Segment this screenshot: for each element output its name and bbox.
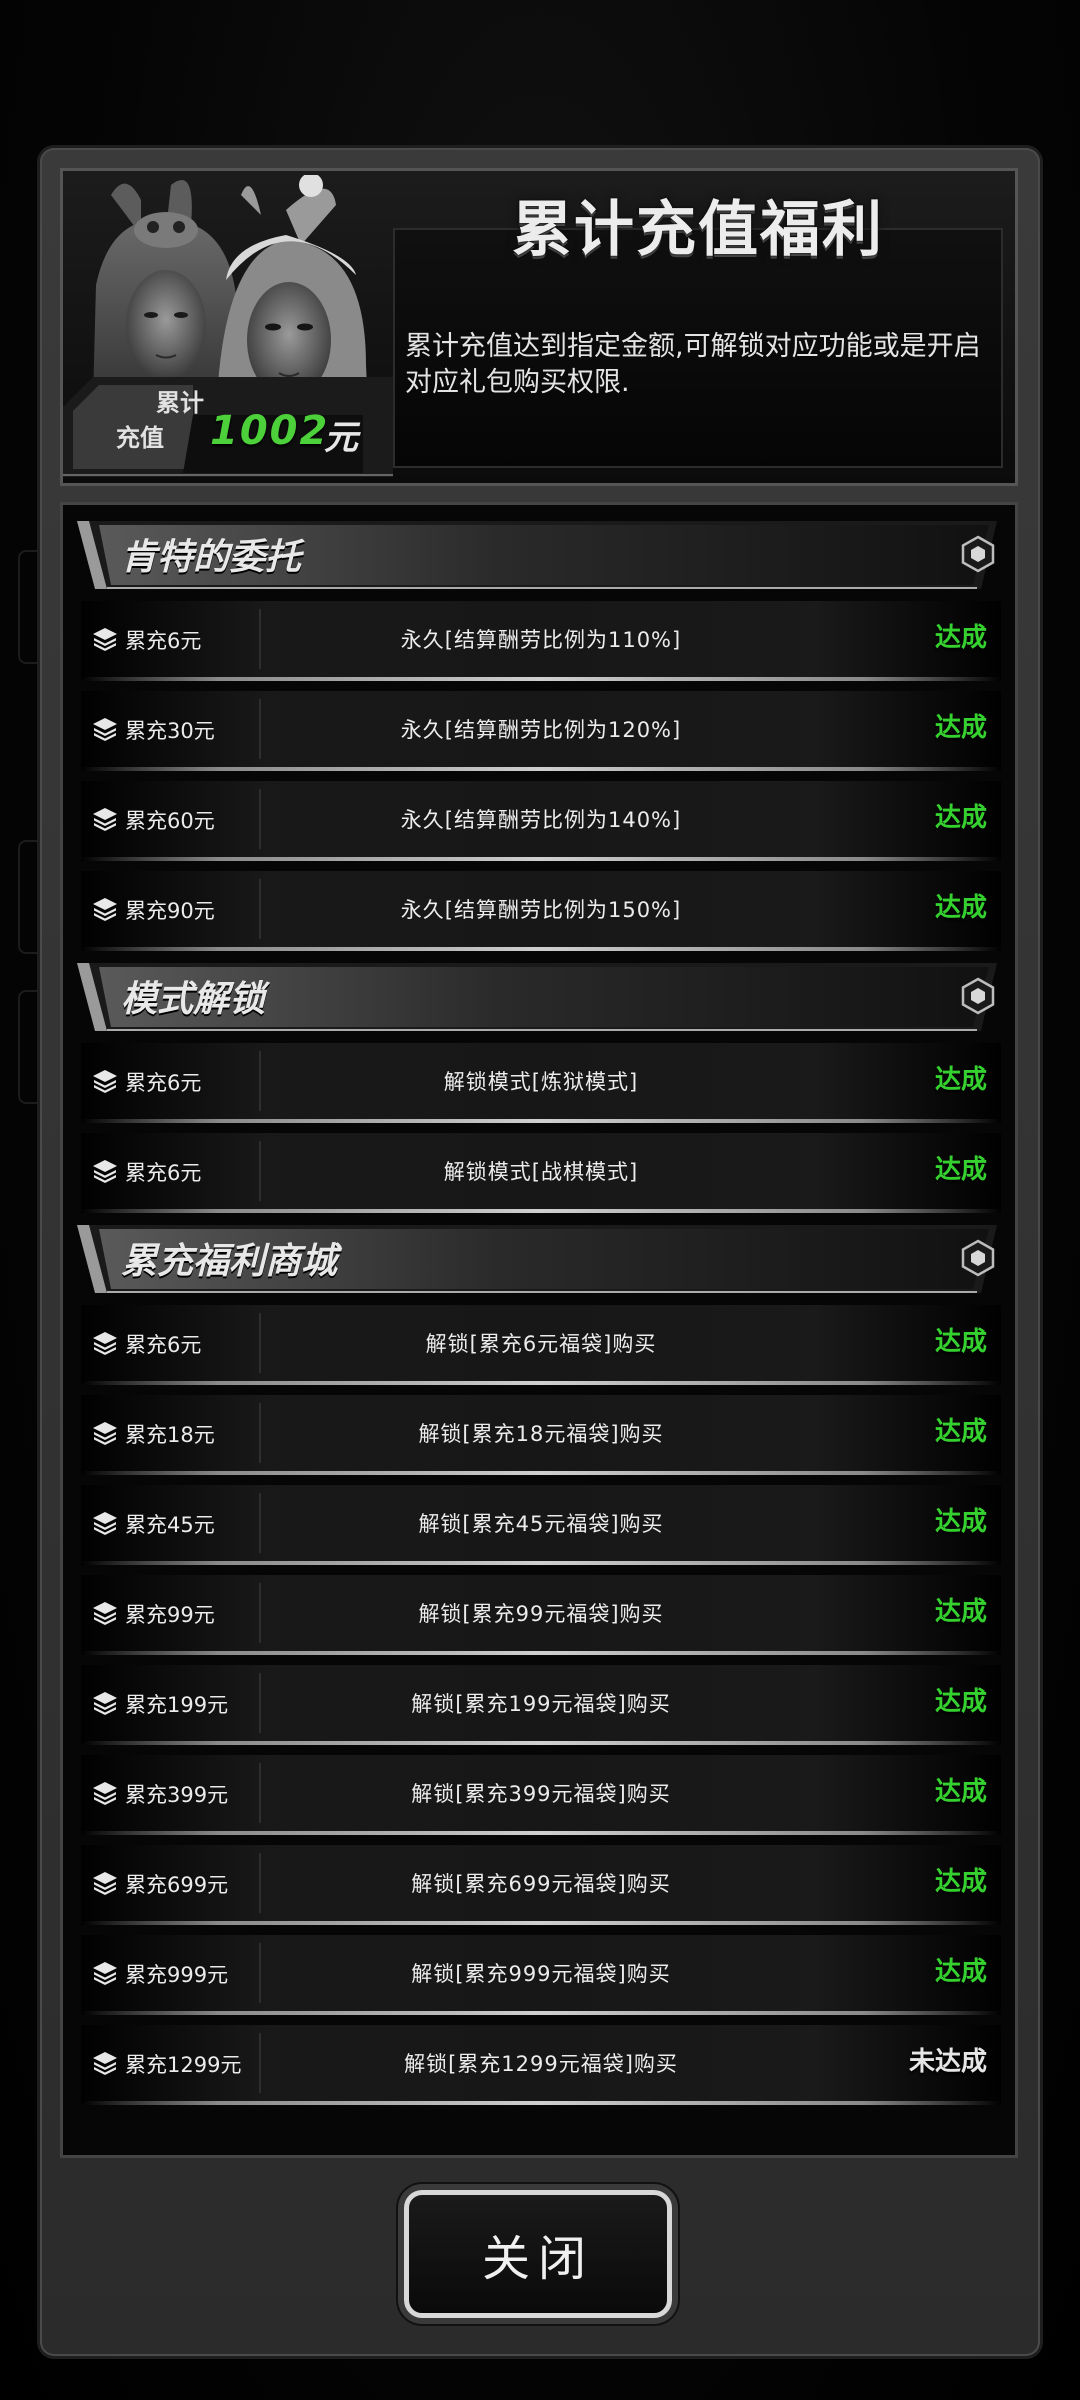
- row-reward: 解锁[累充18元福袋]购买: [418, 1422, 664, 1446]
- reward-row: 累充699元 解锁[累充699元福袋]购买 达成: [81, 1845, 1001, 1925]
- section-title: 累充福利商城: [121, 1241, 338, 1282]
- header-description: 累计充值达到指定金额,可解锁对应功能或是开启对应礼包购买权限.: [405, 331, 981, 398]
- row-status: 达成: [934, 1777, 987, 1807]
- row-amount: 累充30元: [125, 719, 215, 743]
- section-title: 肯特的委托: [121, 537, 302, 578]
- row-status: 达成: [934, 893, 987, 923]
- layers-icon: [91, 1419, 119, 1447]
- row-status: 达成: [934, 623, 987, 653]
- layers-icon: [91, 805, 119, 833]
- layers-icon: [91, 1509, 119, 1537]
- reward-row: 累充399元 解锁[累充399元福袋]购买 达成: [81, 1755, 1001, 1835]
- reward-row: 累充6元 解锁[累充6元福袋]购买 达成: [81, 1305, 1001, 1385]
- row-amount: 累充6元: [125, 1161, 202, 1185]
- layers-icon: [91, 1157, 119, 1185]
- layers-icon: [91, 895, 119, 923]
- row-amount: 累充99元: [125, 1603, 215, 1627]
- section-title: 模式解锁: [121, 979, 266, 1020]
- row-status: 达成: [934, 1327, 987, 1357]
- row-amount: 累充6元: [125, 1333, 202, 1357]
- row-amount: 累充999元: [125, 1963, 229, 1987]
- layers-icon: [91, 625, 119, 653]
- layers-icon: [91, 1599, 119, 1627]
- reward-row: 累充18元 解锁[累充18元福袋]购买 达成: [81, 1395, 1001, 1475]
- reward-row: 累充1299元 解锁[累充1299元福袋]购买 未达成: [81, 2025, 1001, 2105]
- section-header: 肯特的委托: [77, 519, 1005, 591]
- row-reward: 永久[结算酬劳比例为120%]: [400, 718, 682, 742]
- layers-icon: [91, 2049, 119, 2077]
- reward-row: 累充199元 解锁[累充199元福袋]购买 达成: [81, 1665, 1001, 1745]
- header: 累计充值福利 累计充值达到指定金额,可解锁对应功能或是开启对应礼包购买权限.: [60, 168, 1018, 486]
- row-status: 达成: [934, 803, 987, 833]
- reward-row: 累充6元 解锁模式[战棋模式] 达成: [81, 1133, 1001, 1213]
- row-reward: 永久[结算酬劳比例为150%]: [400, 898, 682, 922]
- row-status: 达成: [934, 1155, 987, 1185]
- row-amount: 累充699元: [125, 1873, 229, 1897]
- row-reward: 解锁模式[炼狱模式]: [443, 1070, 639, 1094]
- layers-icon: [91, 1779, 119, 1807]
- row-status: 达成: [934, 1417, 987, 1447]
- row-status: 达成: [934, 1597, 987, 1627]
- row-amount: 累充45元: [125, 1513, 215, 1537]
- total-label-line2: 充值: [116, 424, 164, 452]
- reward-row: 累充90元 永久[结算酬劳比例为150%] 达成: [81, 871, 1001, 951]
- row-reward: 解锁[累充6元福袋]购买: [425, 1332, 657, 1356]
- layers-icon: [91, 715, 119, 743]
- hexagon-badge-icon: [959, 1239, 997, 1277]
- close-button[interactable]: 关闭: [404, 2190, 672, 2318]
- row-status: 达成: [934, 1957, 987, 1987]
- row-amount: 累充90元: [125, 899, 215, 923]
- row-status: 未达成: [908, 2047, 987, 2077]
- section-header: 累充福利商城: [77, 1223, 1005, 1295]
- row-status: 达成: [934, 713, 987, 743]
- row-amount: 累充399元: [125, 1783, 229, 1807]
- page-title: 累计充值福利: [512, 195, 884, 265]
- row-reward: 解锁[累充999元福袋]购买: [411, 1962, 671, 1986]
- hexagon-badge-icon: [959, 535, 997, 573]
- rewards-list[interactable]: 肯特的委托 累充6元 永久[结算酬劳比例为110%] 达成 累充30元 永久[结算酬劳比例…: [60, 502, 1018, 2158]
- row-amount: 累充6元: [125, 1071, 202, 1095]
- row-reward: 解锁[累充399元福袋]购买: [411, 1782, 671, 1806]
- row-amount: 累充1299元: [125, 2053, 242, 2077]
- layers-icon: [91, 1067, 119, 1095]
- total-recharge-unit: 元: [324, 418, 358, 458]
- layers-icon: [91, 1959, 119, 1987]
- row-status: 达成: [934, 1507, 987, 1537]
- layers-icon: [91, 1329, 119, 1357]
- row-reward: 解锁[累充1299元福袋]购买: [404, 2052, 678, 2076]
- reward-row: 累充99元 解锁[累充99元福袋]购买 达成: [81, 1575, 1001, 1655]
- section-header: 模式解锁: [77, 961, 1005, 1033]
- row-reward: 永久[结算酬劳比例为140%]: [400, 808, 682, 832]
- total-recharge-value: 1002: [210, 408, 330, 454]
- row-amount: 累充6元: [125, 629, 202, 653]
- total-label: 累计: [140, 388, 220, 418]
- row-amount: 累充199元: [125, 1693, 229, 1717]
- hexagon-badge-icon: [959, 977, 997, 1015]
- layers-icon: [91, 1869, 119, 1897]
- reward-row: 累充45元 解锁[累充45元福袋]购买 达成: [81, 1485, 1001, 1565]
- row-reward: 解锁[累充699元福袋]购买: [411, 1872, 671, 1896]
- total-label-2: 充值: [100, 418, 180, 453]
- reward-row: 累充999元 解锁[累充999元福袋]购买 达成: [81, 1935, 1001, 2015]
- reward-row: 累充60元 永久[结算酬劳比例为140%] 达成: [81, 781, 1001, 861]
- row-status: 达成: [934, 1065, 987, 1095]
- row-status: 达成: [934, 1867, 987, 1897]
- row-amount: 累充60元: [125, 809, 215, 833]
- row-reward: 解锁模式[战棋模式]: [443, 1160, 639, 1184]
- reward-row: 累充30元 永久[结算酬劳比例为120%] 达成: [81, 691, 1001, 771]
- row-reward: 解锁[累充199元福袋]购买: [411, 1692, 671, 1716]
- row-reward: 解锁[累充99元福袋]购买: [418, 1602, 664, 1626]
- reward-row: 累充6元 永久[结算酬劳比例为110%] 达成: [81, 601, 1001, 681]
- total-label-line1: 累计: [156, 389, 204, 417]
- layers-icon: [91, 1689, 119, 1717]
- row-status: 达成: [934, 1687, 987, 1717]
- reward-row: 累充6元 解锁模式[炼狱模式] 达成: [81, 1043, 1001, 1123]
- row-reward: 永久[结算酬劳比例为110%]: [400, 628, 682, 652]
- row-amount: 累充18元: [125, 1423, 215, 1447]
- row-reward: 解锁[累充45元福袋]购买: [418, 1512, 664, 1536]
